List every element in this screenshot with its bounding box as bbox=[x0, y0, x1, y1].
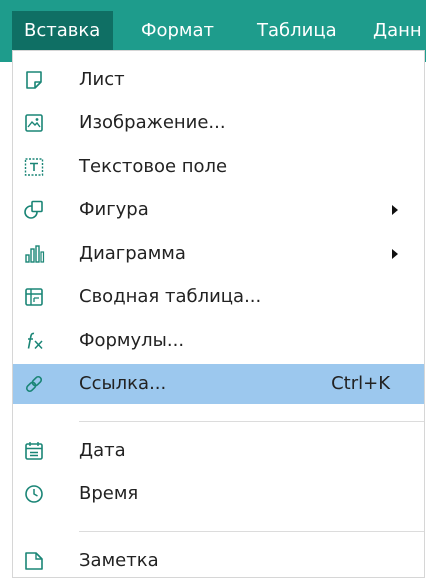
menu-item-label: Время bbox=[79, 483, 139, 504]
menu-item-link[interactable]: Ссылка... Ctrl+K bbox=[13, 364, 424, 404]
menu-tab-format[interactable]: Формат bbox=[141, 11, 214, 51]
menu-item-date[interactable]: Дата bbox=[13, 431, 424, 471]
menu-item-pivot-table[interactable]: Сводная таблица... bbox=[13, 277, 424, 317]
menu-item-shape[interactable]: Фигура bbox=[13, 190, 424, 230]
textbox-icon bbox=[23, 156, 45, 178]
shortcut-text: Ctrl+K bbox=[331, 373, 390, 394]
shape-icon bbox=[23, 199, 45, 221]
menu-tab-table[interactable]: Таблица bbox=[257, 11, 337, 51]
chart-icon bbox=[23, 243, 45, 265]
pivot-table-icon bbox=[23, 286, 45, 308]
menu-item-label: Формулы... bbox=[79, 330, 185, 351]
menu-item-label: Дата bbox=[79, 440, 126, 461]
menu-item-formulas[interactable]: Формулы... bbox=[13, 321, 424, 361]
menu-item-label: Диаграмма bbox=[79, 243, 186, 264]
menu-item-image[interactable]: Изображение... bbox=[13, 103, 424, 143]
menu-separator bbox=[79, 531, 424, 532]
sheet-icon bbox=[23, 69, 45, 91]
menu-item-text-box[interactable]: Текстовое поле bbox=[13, 147, 424, 187]
menu-item-label: Ссылка... bbox=[79, 373, 167, 394]
menu-item-time[interactable]: Время bbox=[13, 474, 424, 514]
menu-tab-insert[interactable]: Вставка bbox=[12, 11, 114, 51]
submenu-arrow-icon bbox=[392, 249, 398, 259]
note-icon bbox=[23, 550, 45, 572]
menu-tab-data[interactable]: Данн bbox=[373, 11, 422, 51]
image-icon bbox=[23, 112, 45, 134]
menu-item-label: Изображение... bbox=[79, 112, 226, 133]
link-icon bbox=[23, 373, 45, 395]
menu-item-label: Лист bbox=[79, 69, 125, 90]
insert-menu-dropdown: Лист Изображение... Текстовое поле Фигур… bbox=[12, 50, 425, 578]
menu-item-label: Сводная таблица... bbox=[79, 286, 262, 307]
formula-icon bbox=[23, 330, 45, 352]
calendar-icon bbox=[23, 440, 45, 462]
menu-item-label: Текстовое поле bbox=[79, 156, 228, 177]
submenu-arrow-icon bbox=[392, 205, 398, 215]
menu-separator bbox=[79, 421, 424, 422]
menu-item-chart[interactable]: Диаграмма bbox=[13, 234, 424, 274]
menu-item-note[interactable]: Заметка bbox=[13, 541, 424, 581]
menu-item-sheet[interactable]: Лист bbox=[13, 60, 424, 100]
clock-icon bbox=[23, 483, 45, 505]
menu-item-label: Заметка bbox=[79, 550, 159, 571]
menu-item-label: Фигура bbox=[79, 199, 149, 220]
